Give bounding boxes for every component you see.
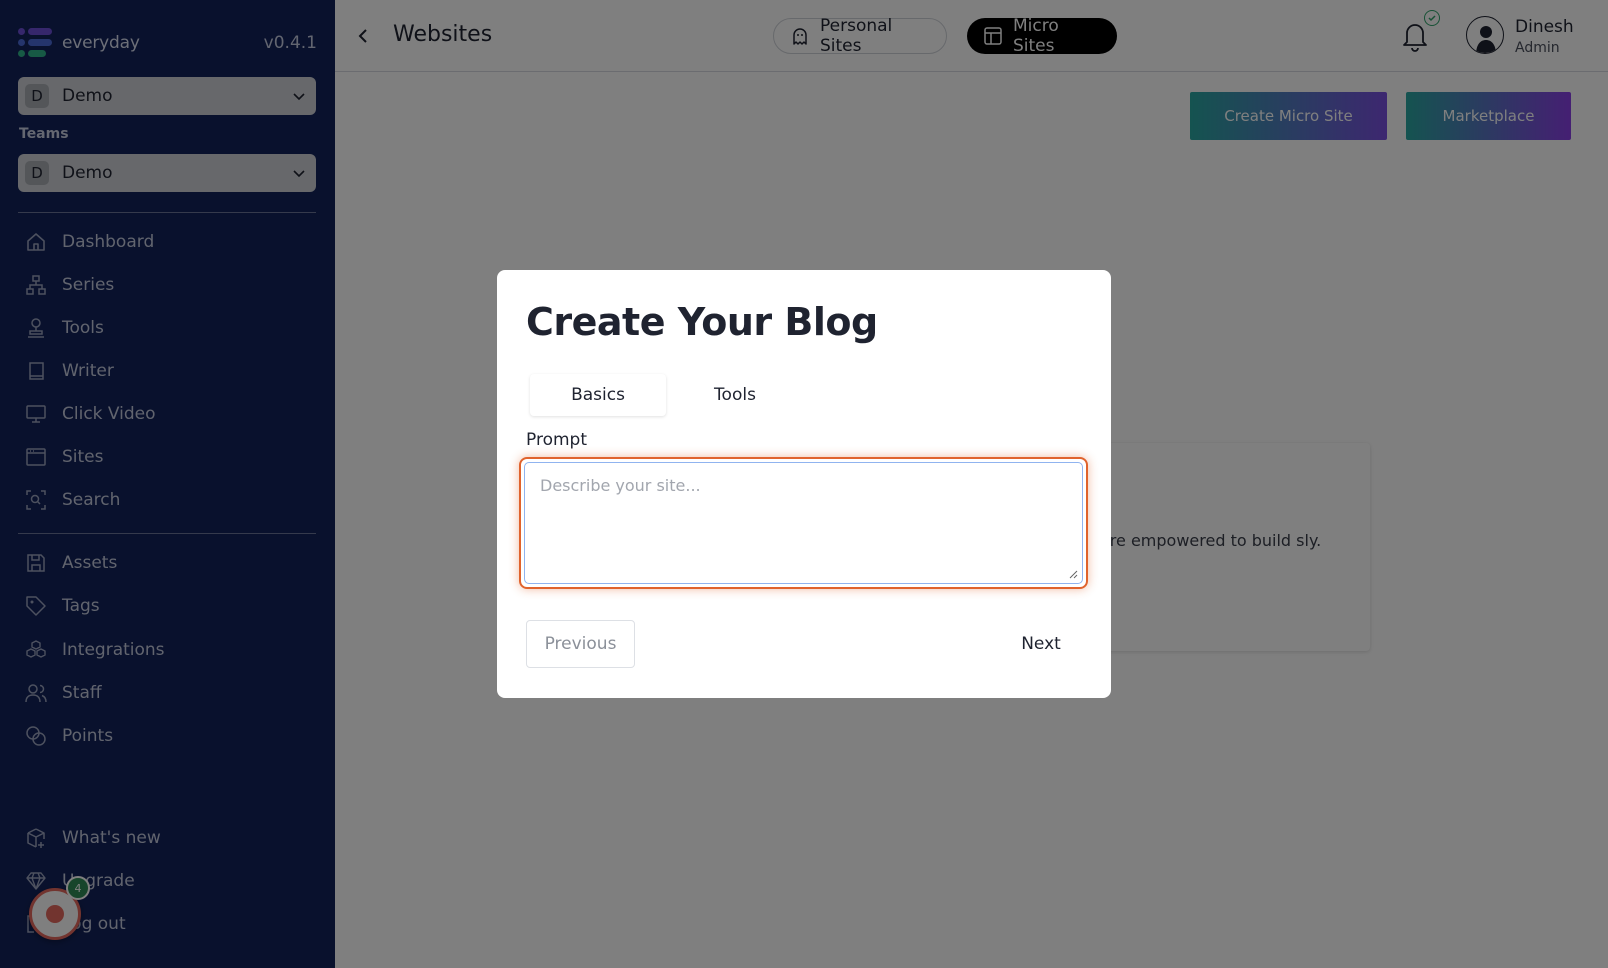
prompt-label: Prompt [526, 430, 587, 450]
prompt-focus-ring [519, 457, 1088, 589]
tab-basics[interactable]: Basics [530, 374, 666, 416]
modal-title: Create Your Blog [526, 300, 878, 344]
prompt-textarea[interactable] [524, 462, 1083, 584]
create-blog-modal: Create Your Blog Basics Tools Prompt Pre… [497, 270, 1111, 698]
resize-handle-icon[interactable] [1068, 569, 1078, 579]
tab-tools[interactable]: Tools [667, 374, 803, 416]
previous-button[interactable]: Previous [526, 620, 635, 668]
next-button[interactable]: Next [994, 620, 1088, 668]
